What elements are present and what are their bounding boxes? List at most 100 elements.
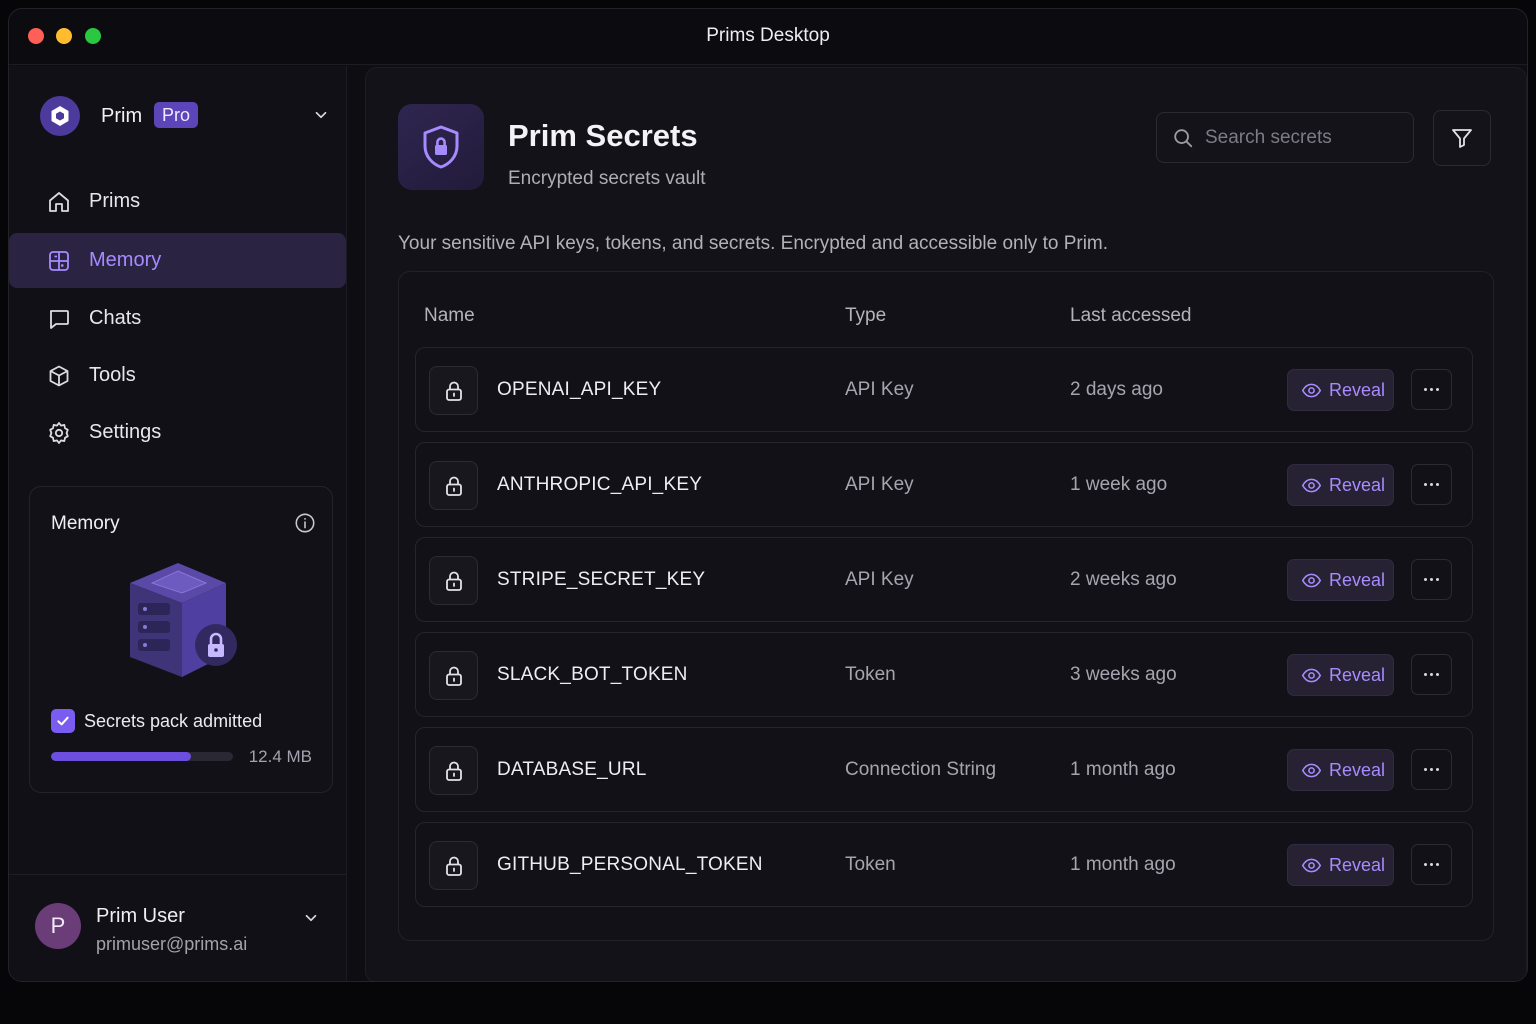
shield-lock-icon (398, 104, 484, 190)
secrets-pack-checkbox[interactable] (51, 709, 75, 733)
reveal-button[interactable]: Reveal (1287, 654, 1394, 696)
more-dots-icon (1430, 388, 1433, 391)
more-dots-icon (1436, 388, 1439, 391)
reveal-button[interactable]: Reveal (1287, 464, 1394, 506)
eye-icon (1301, 573, 1322, 587)
secret-last-accessed: 1 month ago (1070, 759, 1176, 780)
table-row[interactable]: OPENAI_API_KEY API Key 2 days ago Reveal (415, 347, 1473, 432)
chevron-down-icon[interactable] (312, 106, 330, 129)
table-row[interactable]: GITHUB_PERSONAL_TOKEN Token 1 month ago … (415, 822, 1473, 907)
more-options-button[interactable] (1411, 749, 1452, 790)
more-dots-icon (1424, 578, 1427, 581)
filter-button[interactable] (1433, 110, 1491, 166)
user-menu[interactable]: P Prim User primuser@prims.ai (9, 874, 346, 981)
more-dots-icon (1430, 768, 1433, 771)
app-window: Prims Desktop Prim Pro Prims Memory Chat… (8, 8, 1528, 982)
eye-icon (1301, 763, 1322, 777)
table-row[interactable]: STRIPE_SECRET_KEY API Key 2 weeks ago Re… (415, 537, 1473, 622)
secret-type: Connection String (845, 759, 997, 780)
workspace-name: Prim (101, 105, 143, 127)
secret-last-accessed: 2 days ago (1070, 379, 1163, 400)
more-dots-icon (1424, 863, 1427, 866)
sidebar-item-label: Prims (89, 190, 141, 212)
lock-icon (429, 556, 478, 605)
user-name: Prim User (96, 905, 185, 927)
sidebar-item-settings[interactable]: Settings (9, 405, 346, 460)
lock-icon (429, 651, 478, 700)
table-row[interactable]: DATABASE_URL Connection String 1 month a… (415, 727, 1473, 812)
search-icon (1174, 129, 1193, 148)
lock-icon (429, 366, 478, 415)
secret-last-accessed: 3 weeks ago (1070, 664, 1177, 685)
title-bar: Prims Desktop (9, 9, 1527, 65)
main-panel: Prim Secrets Encrypted secrets vault You… (365, 67, 1527, 981)
table-row[interactable]: ANTHROPIC_API_KEY API Key 1 week ago Rev… (415, 442, 1473, 527)
secret-type: Token (845, 854, 896, 875)
reveal-button[interactable]: Reveal (1287, 369, 1394, 411)
table-row[interactable]: SLACK_BOT_TOKEN Token 3 weeks ago Reveal (415, 632, 1473, 717)
more-options-button[interactable] (1411, 369, 1452, 410)
column-header-last-accessed: Last accessed (1070, 305, 1192, 326)
more-dots-icon (1430, 578, 1433, 581)
more-dots-icon (1436, 673, 1439, 676)
lock-icon (429, 746, 478, 795)
chevron-down-icon[interactable] (302, 909, 320, 932)
sidebar-item-memory[interactable]: Memory (9, 233, 346, 288)
more-dots-icon (1436, 578, 1439, 581)
prim-logo-icon (40, 96, 80, 136)
sidebar-item-label: Chats (89, 307, 142, 329)
reveal-label: Reveal (1329, 379, 1386, 400)
info-icon[interactable] (294, 512, 316, 539)
memory-usage-bar (51, 752, 233, 761)
search-input[interactable] (1205, 113, 1405, 162)
chat-icon (49, 310, 69, 329)
more-dots-icon (1424, 673, 1427, 676)
reveal-label: Reveal (1329, 664, 1386, 685)
window-title: Prims Desktop (706, 25, 830, 46)
more-options-button[interactable] (1411, 464, 1452, 505)
memory-card-title: Memory (51, 513, 120, 534)
secret-name: GITHUB_PERSONAL_TOKEN (497, 854, 763, 875)
secret-type: API Key (845, 474, 914, 495)
reveal-button[interactable]: Reveal (1287, 749, 1394, 791)
gear-icon (49, 422, 69, 444)
column-header-name: Name (424, 305, 475, 326)
eye-icon (1301, 668, 1322, 682)
page-subtitle: Encrypted secrets vault (508, 168, 706, 189)
search-box[interactable] (1156, 112, 1414, 163)
more-dots-icon (1430, 673, 1433, 676)
secret-last-accessed: 2 weeks ago (1070, 569, 1177, 590)
secret-name: DATABASE_URL (497, 759, 647, 780)
secret-type: API Key (845, 379, 914, 400)
more-options-button[interactable] (1411, 654, 1452, 695)
page-description: Your sensitive API keys, tokens, and sec… (398, 233, 1109, 254)
more-dots-icon (1430, 483, 1433, 486)
reveal-label: Reveal (1329, 474, 1386, 495)
more-options-button[interactable] (1411, 559, 1452, 600)
more-dots-icon (1436, 768, 1439, 771)
sidebar-item-label: Settings (89, 421, 162, 443)
more-options-button[interactable] (1411, 844, 1452, 885)
reveal-button[interactable]: Reveal (1287, 844, 1394, 886)
more-dots-icon (1430, 863, 1433, 866)
reveal-label: Reveal (1329, 759, 1386, 780)
avatar: P (35, 903, 81, 949)
secrets-pack-label: Secrets pack admitted (84, 711, 263, 731)
sidebar-item-label: Tools (89, 364, 136, 386)
cube-icon (49, 365, 69, 387)
reveal-button[interactable]: Reveal (1287, 559, 1394, 601)
secret-last-accessed: 1 month ago (1070, 854, 1176, 875)
memory-size: 12.4 MB (248, 747, 312, 766)
lock-icon (429, 841, 478, 890)
column-header-type: Type (845, 305, 887, 326)
sidebar-item-prims[interactable]: Prims (9, 174, 346, 229)
sidebar-item-tools[interactable]: Tools (9, 348, 346, 403)
workspace-switcher[interactable]: Prim Pro (40, 96, 330, 138)
sidebar: Prim Pro Prims Memory Chats Tools Settin… (9, 66, 347, 981)
eye-icon (1301, 858, 1322, 872)
sidebar-item-chats[interactable]: Chats (9, 291, 346, 346)
more-dots-icon (1436, 863, 1439, 866)
grid-icon (49, 251, 69, 271)
secret-last-accessed: 1 week ago (1070, 474, 1168, 495)
reveal-label: Reveal (1329, 854, 1386, 875)
